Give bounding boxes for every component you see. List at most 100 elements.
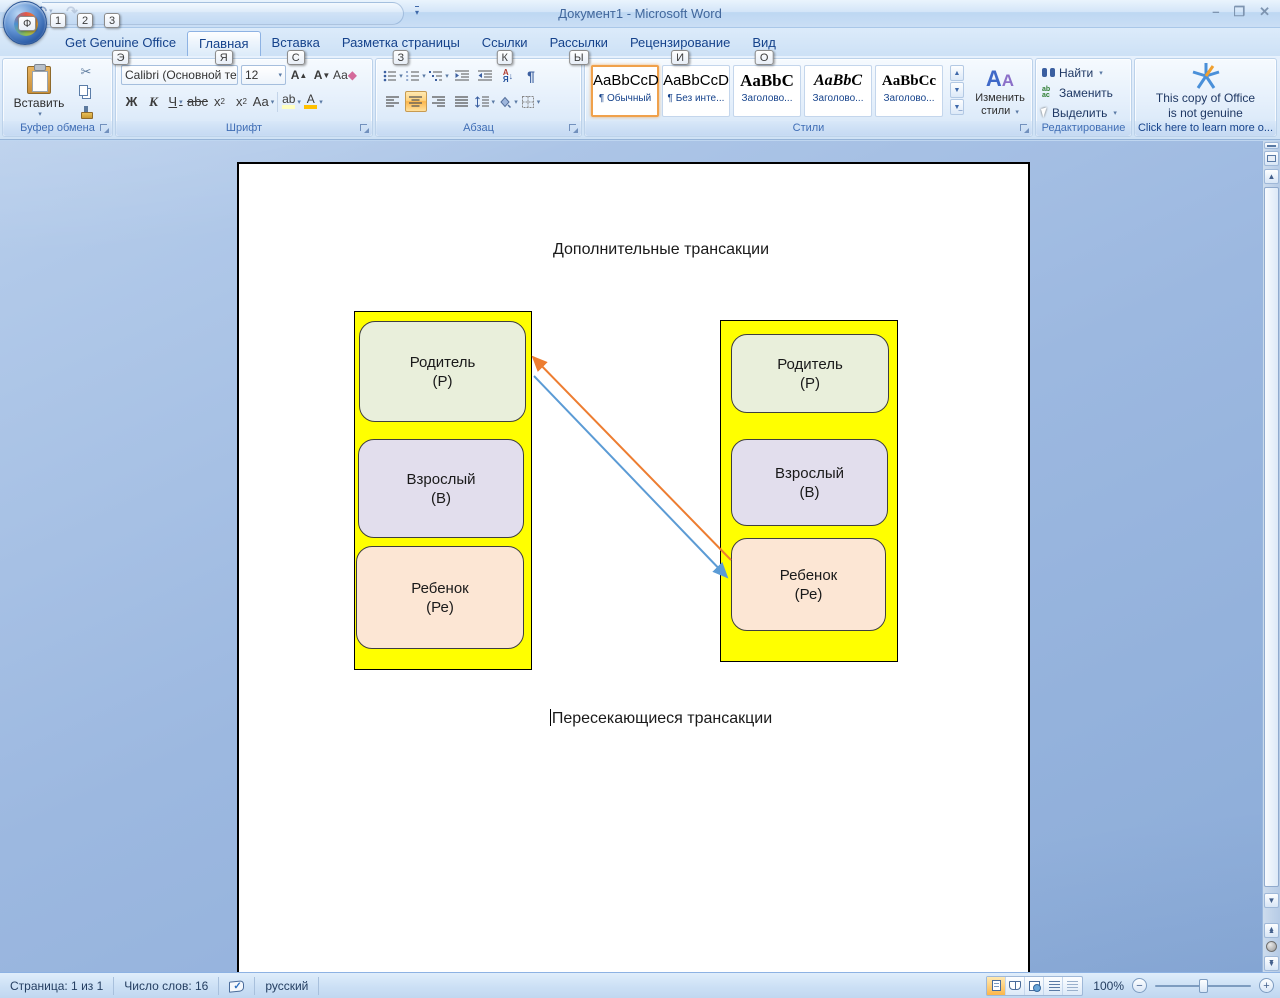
cut-button[interactable]: ✂: [75, 63, 97, 81]
underline-dropdown-arrow[interactable]: ▾: [179, 98, 183, 106]
line-spacing-button[interactable]: ▾: [474, 91, 496, 112]
heading-bottom[interactable]: Пересекающиеся трансакции: [294, 709, 1028, 728]
numbering-dropdown-arrow[interactable]: ▾: [422, 72, 426, 80]
minimize-button[interactable]: –: [1212, 4, 1219, 20]
font-dialog-launcher[interactable]: [359, 123, 370, 134]
superscript-button[interactable]: x2: [231, 91, 252, 112]
borders-button[interactable]: ▾: [520, 91, 542, 112]
vertical-scrollbar[interactable]: ▲ ▼ ▲ ▲ ▼ ▼: [1262, 141, 1280, 972]
font-color-button[interactable]: А ▾: [303, 91, 324, 112]
clear-formatting-button[interactable]: Аа ◆: [333, 65, 357, 85]
word-count-indicator[interactable]: Число слов: 16: [114, 976, 220, 995]
bullets-button[interactable]: ▾: [382, 65, 404, 86]
font-size-combo[interactable]: 12 ▾: [241, 65, 286, 85]
page-number-indicator[interactable]: Страница: 1 из 1: [0, 976, 115, 995]
strikethrough-button[interactable]: abc: [187, 91, 208, 112]
change-styles-button[interactable]: АА Изменить стили ▾: [971, 63, 1029, 123]
group-label-font[interactable]: Шрифт: [116, 121, 372, 136]
replace-button[interactable]: ab ac Заменить: [1042, 84, 1117, 101]
paragraph-dialog-launcher[interactable]: [568, 123, 579, 134]
genuine-learn-more-link[interactable]: Click here to learn more o...: [1135, 121, 1276, 136]
paste-button[interactable]: Вставить ▾: [11, 63, 67, 121]
document-area[interactable]: Дополнительные трансакции Родитель (Р) В…: [0, 141, 1262, 972]
find-dropdown-arrow[interactable]: ▾: [1099, 69, 1103, 77]
shrink-font-button[interactable]: А ▼: [312, 65, 332, 85]
multilevel-dropdown-arrow[interactable]: ▾: [445, 72, 449, 80]
increase-indent-button[interactable]: [474, 65, 496, 86]
select-button[interactable]: Выделить ▾: [1040, 104, 1117, 121]
box-parent-left[interactable]: Родитель (Р): [359, 321, 526, 422]
multilevel-list-button[interactable]: ▾: [428, 65, 450, 86]
close-button[interactable]: ✕: [1259, 4, 1270, 20]
highlight-dropdown-arrow[interactable]: ▾: [297, 98, 301, 106]
align-center-button[interactable]: [405, 91, 427, 112]
heading-top[interactable]: Дополнительные трансакции: [294, 241, 1028, 259]
tab-view[interactable]: Вид О: [741, 31, 787, 65]
next-page-button[interactable]: ▼ ▼: [1264, 956, 1279, 971]
change-case-dropdown-arrow[interactable]: ▾: [271, 98, 275, 106]
style-heading1[interactable]: AaBbC Заголово...: [733, 65, 801, 117]
draft-view-button[interactable]: [1063, 977, 1082, 995]
style-normal[interactable]: AaBbCcD ¶ Обычный: [591, 65, 659, 117]
box-adult-left[interactable]: Взрослый (В): [358, 439, 524, 538]
zoom-level[interactable]: 100%: [1093, 979, 1124, 993]
tab-home[interactable]: Главная Я: [187, 31, 261, 65]
show-marks-button[interactable]: ¶: [520, 65, 542, 86]
full-screen-reading-view-button[interactable]: [1006, 976, 1026, 995]
shading-button[interactable]: ▾: [497, 91, 519, 112]
copy-button[interactable]: [75, 83, 97, 101]
transaction-column-right[interactable]: Родитель (Р) Взрослый (В) Ребенок (Ре): [720, 320, 898, 662]
decrease-indent-button[interactable]: [451, 65, 473, 86]
style-heading2[interactable]: AaBbC Заголово...: [804, 65, 872, 117]
language-indicator[interactable]: русский: [255, 976, 320, 995]
scroll-up-button[interactable]: ▲: [1264, 169, 1279, 184]
tab-review[interactable]: Рецензирование И: [619, 31, 741, 65]
box-parent-right[interactable]: Родитель (Р): [731, 334, 889, 413]
scroll-down-button[interactable]: ▼: [1264, 893, 1279, 908]
office-button[interactable]: Ф: [3, 1, 47, 45]
borders-dropdown-arrow[interactable]: ▾: [537, 98, 541, 106]
gallery-scroll-up-button[interactable]: ▲: [950, 65, 964, 81]
grow-font-button[interactable]: А ▲: [289, 65, 309, 85]
box-child-left[interactable]: Ребенок (Ре): [356, 546, 524, 649]
tab-get-genuine-office[interactable]: Get Genuine Office Э: [54, 31, 187, 65]
group-genuine-notice[interactable]: This copy of Office is not genuine Click…: [1134, 58, 1277, 137]
restore-button[interactable]: ❐: [1233, 4, 1245, 20]
style-no-spacing[interactable]: AaBbCcD ¶ Без инте...: [662, 65, 730, 117]
box-adult-right[interactable]: Взрослый (В): [731, 439, 888, 526]
transaction-column-left[interactable]: Родитель (Р) Взрослый (В) Ребенок (Ре): [354, 311, 532, 670]
previous-page-button[interactable]: ▲ ▲: [1264, 923, 1279, 938]
gallery-more-button[interactable]: ▼̲: [950, 99, 964, 115]
tab-references[interactable]: Ссылки К: [471, 31, 539, 65]
outline-view-button[interactable]: [1044, 976, 1064, 995]
gallery-scroll-down-button[interactable]: ▼: [950, 82, 964, 98]
bold-button[interactable]: Ж: [121, 91, 142, 112]
numbering-button[interactable]: ▾: [405, 65, 427, 86]
zoom-out-button[interactable]: −: [1132, 978, 1147, 993]
group-label-clipboard[interactable]: Буфер обмена: [3, 121, 112, 136]
select-browse-object-button[interactable]: [1266, 941, 1277, 952]
proofing-status[interactable]: [219, 976, 256, 996]
format-painter-button[interactable]: [75, 103, 97, 121]
clipboard-dialog-launcher[interactable]: [99, 123, 110, 134]
highlight-color-button[interactable]: ab ▾: [281, 91, 302, 112]
subscript-button[interactable]: x2: [209, 91, 230, 112]
split-handle[interactable]: [1264, 142, 1279, 149]
group-label-paragraph[interactable]: Абзац: [376, 121, 581, 136]
group-label-styles[interactable]: Стили: [585, 121, 1032, 136]
font-name-combo[interactable]: Calibri (Основной те▾: [121, 65, 238, 85]
zoom-slider-thumb[interactable]: [1199, 978, 1208, 993]
find-button[interactable]: Найти ▾: [1042, 64, 1117, 81]
select-dropdown-arrow[interactable]: ▾: [1113, 109, 1117, 117]
shading-dropdown-arrow[interactable]: ▾: [514, 98, 518, 106]
italic-button[interactable]: К: [143, 91, 164, 112]
styles-dialog-launcher[interactable]: [1019, 123, 1030, 134]
sort-button[interactable]: А Я ↓: [497, 65, 519, 86]
tab-page-layout[interactable]: Разметка страницы З: [331, 31, 471, 65]
tab-mailings[interactable]: Рассылки Ы: [539, 31, 619, 65]
tab-insert[interactable]: Вставка С: [261, 31, 331, 65]
font-color-dropdown-arrow[interactable]: ▾: [319, 98, 323, 106]
web-layout-view-button[interactable]: [1025, 976, 1045, 995]
document-page[interactable]: Дополнительные трансакции Родитель (Р) В…: [237, 162, 1030, 972]
style-heading3[interactable]: AaBbCc Заголово...: [875, 65, 943, 117]
